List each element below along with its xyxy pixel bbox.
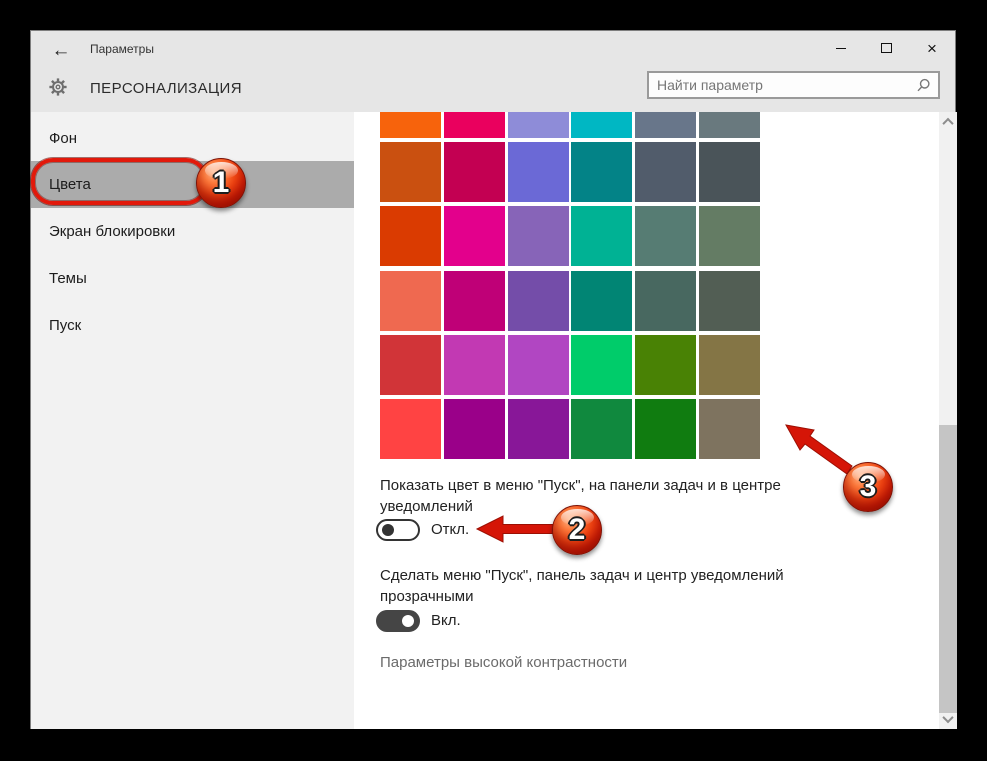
color-swatch[interactable]: [444, 112, 505, 138]
color-swatch[interactable]: [699, 335, 760, 395]
color-swatch[interactable]: [444, 142, 505, 202]
close-button[interactable]: ×: [916, 36, 948, 60]
color-swatch[interactable]: [444, 206, 505, 266]
toggle-show-color[interactable]: [376, 519, 420, 541]
color-swatch[interactable]: [444, 399, 505, 459]
color-swatch[interactable]: [444, 271, 505, 331]
page-title: ПЕРСОНАЛИЗАЦИЯ: [90, 80, 242, 97]
back-button[interactable]: ←: [47, 38, 75, 64]
color-swatch[interactable]: [571, 112, 632, 138]
color-swatch[interactable]: [699, 206, 760, 266]
high-contrast-link[interactable]: Параметры высокой контрастности: [380, 654, 627, 671]
color-swatch[interactable]: [508, 271, 569, 331]
color-swatch[interactable]: [635, 399, 696, 459]
back-arrow-icon: ←: [52, 40, 71, 62]
close-icon: ×: [927, 40, 937, 57]
chevron-up-icon: [942, 118, 953, 129]
color-swatch[interactable]: [699, 112, 760, 138]
annotation-badge-2: 2: [552, 505, 602, 555]
color-swatch[interactable]: [571, 142, 632, 202]
annotation-highlight-box: [31, 158, 208, 205]
color-swatch[interactable]: [571, 271, 632, 331]
color-swatch[interactable]: [571, 399, 632, 459]
color-swatch[interactable]: [444, 335, 505, 395]
color-swatch[interactable]: [508, 399, 569, 459]
color-swatch[interactable]: [380, 335, 441, 395]
color-swatch[interactable]: [380, 142, 441, 202]
gear-icon: [46, 75, 70, 104]
sidebar-item-themes[interactable]: Темы: [49, 270, 87, 287]
toggle-show-color-state: Откл.: [431, 521, 469, 538]
toggle-knob: [402, 615, 414, 627]
color-swatch[interactable]: [380, 206, 441, 266]
maximize-button[interactable]: [870, 36, 902, 60]
maximize-icon: [881, 43, 892, 53]
color-swatch[interactable]: [380, 112, 441, 138]
color-swatch[interactable]: [635, 335, 696, 395]
content-panel: Показать цвет в меню "Пуск", на панели з…: [354, 112, 939, 729]
scroll-down-button[interactable]: [939, 711, 957, 727]
color-swatch[interactable]: [508, 206, 569, 266]
color-swatch[interactable]: [380, 399, 441, 459]
color-swatch[interactable]: [571, 206, 632, 266]
color-swatch[interactable]: [635, 206, 696, 266]
scroll-up-button[interactable]: [939, 114, 957, 130]
minimize-button[interactable]: [825, 36, 857, 60]
color-swatch[interactable]: [508, 112, 569, 138]
minimize-icon: [836, 48, 846, 49]
chevron-down-icon: [942, 712, 953, 723]
color-swatch[interactable]: [380, 271, 441, 331]
color-swatch[interactable]: [635, 112, 696, 138]
scrollbar-thumb[interactable]: [939, 425, 957, 713]
color-swatch[interactable]: [508, 142, 569, 202]
annotation-badge-3: 3: [843, 462, 893, 512]
color-swatch[interactable]: [699, 271, 760, 331]
color-swatch[interactable]: [635, 142, 696, 202]
sidebar-item-lockscreen[interactable]: Экран блокировки: [49, 223, 175, 240]
color-swatch[interactable]: [635, 271, 696, 331]
color-swatch[interactable]: [699, 399, 760, 459]
setting-transparency-label: Сделать меню "Пуск", панель задач и цент…: [380, 565, 784, 607]
settings-window: ← Параметры × ПЕРСОНАЛИЗАЦИ: [30, 30, 956, 729]
toggle-knob: [382, 524, 394, 536]
color-swatch[interactable]: [699, 142, 760, 202]
color-swatch[interactable]: [508, 335, 569, 395]
screenshot: ← Параметры × ПЕРСОНАЛИЗАЦИ: [0, 0, 987, 761]
search-icon: [916, 78, 931, 93]
color-grid: [354, 112, 939, 729]
search-input[interactable]: [649, 77, 916, 93]
search-box: [647, 71, 940, 99]
sidebar-item-start[interactable]: Пуск: [49, 317, 81, 334]
toggle-transparency[interactable]: [376, 610, 420, 632]
toggle-transparency-state: Вкл.: [431, 612, 461, 629]
scrollbar-track[interactable]: [939, 112, 957, 729]
color-swatch[interactable]: [571, 335, 632, 395]
window-title: Параметры: [90, 42, 154, 56]
annotation-badge-1: 1: [196, 158, 246, 208]
sidebar-item-background[interactable]: Фон: [49, 130, 77, 147]
